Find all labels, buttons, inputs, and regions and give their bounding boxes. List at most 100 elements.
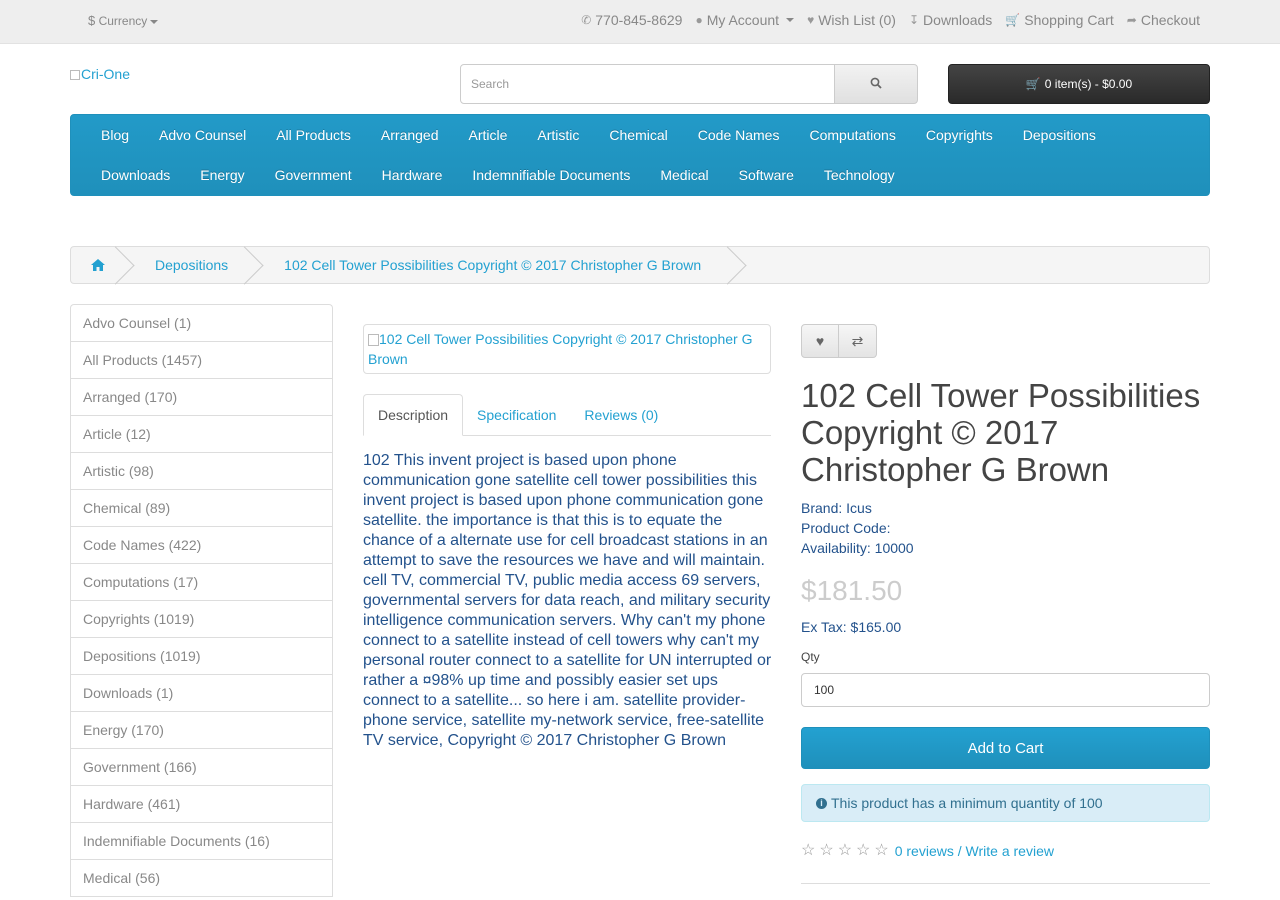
menu-item[interactable]: Article bbox=[454, 127, 523, 143]
product-code: Product Code: bbox=[801, 520, 891, 536]
qty-label: Qty bbox=[801, 650, 820, 664]
cart-summary-label: 0 item(s) - $0.00 bbox=[1044, 77, 1133, 91]
category-item[interactable]: Energy (170) bbox=[71, 712, 332, 749]
write-review-link[interactable]: Write a review bbox=[966, 843, 1054, 859]
category-item[interactable]: All Products (1457) bbox=[71, 342, 332, 379]
menu-item[interactable]: Arranged bbox=[366, 127, 454, 143]
top-bar: $ Currency ✆ 770-845-8629 ● My Account ♥… bbox=[0, 0, 1280, 44]
category-item[interactable]: Downloads (1) bbox=[71, 675, 332, 712]
menu-item[interactable]: All Products bbox=[261, 127, 366, 143]
search-button[interactable] bbox=[834, 64, 918, 104]
divider bbox=[801, 883, 1210, 884]
category-item[interactable]: Depositions (1019) bbox=[71, 638, 332, 675]
product-availability: Availability: 10000 bbox=[801, 540, 914, 556]
shopping-cart-label: Shopping Cart bbox=[1024, 12, 1114, 28]
menu-item[interactable]: Code Names bbox=[683, 127, 795, 143]
wish-list-link[interactable]: ♥ Wish List (0) bbox=[807, 12, 896, 28]
star-outline-icon: ☆ bbox=[801, 842, 816, 859]
dollar-icon: $ bbox=[88, 13, 96, 28]
add-to-cart-button[interactable]: Add to Cart bbox=[801, 727, 1210, 769]
menu-item[interactable]: Medical bbox=[645, 167, 723, 183]
category-item[interactable]: Computations (17) bbox=[71, 564, 332, 601]
downloads-label: Downloads bbox=[923, 12, 993, 28]
broken-image-icon bbox=[368, 334, 379, 346]
cart-summary-button[interactable]: 🛒 0 item(s) - $0.00 bbox=[948, 64, 1210, 104]
site-logo[interactable]: Cri-One bbox=[70, 66, 130, 82]
shopping-cart-icon: 🛒 bbox=[1005, 13, 1021, 27]
wish-list-label: Wish List (0) bbox=[818, 12, 896, 28]
menu-item[interactable]: Technology bbox=[809, 167, 910, 183]
category-item[interactable]: Advo Counsel (1) bbox=[71, 305, 332, 342]
product-brand[interactable]: Brand: Icus bbox=[801, 498, 914, 518]
logo-alt-text: Cri-One bbox=[81, 66, 131, 82]
category-item[interactable]: Medical (56) bbox=[71, 860, 332, 897]
home-icon bbox=[91, 259, 105, 271]
menu-item[interactable]: Downloads bbox=[71, 167, 185, 183]
reviews-count-link[interactable]: 0 reviews bbox=[895, 843, 954, 859]
menu-item[interactable]: Software bbox=[724, 167, 809, 183]
currency-dropdown[interactable]: $ Currency bbox=[88, 13, 159, 28]
product-image-alt: 102 Cell Tower Possibilities Copyright ©… bbox=[368, 331, 753, 367]
category-item[interactable]: Arranged (170) bbox=[71, 379, 332, 416]
category-list: Advo Counsel (1) All Products (1457) Arr… bbox=[70, 304, 333, 897]
heart-icon: ♥ bbox=[807, 13, 815, 27]
checkout-link[interactable]: ➦ Checkout bbox=[1127, 12, 1200, 28]
checkout-label: Checkout bbox=[1140, 12, 1200, 28]
product-description: 102 This invent project is based upon ph… bbox=[363, 452, 772, 749]
menu-item[interactable]: Copyrights bbox=[911, 127, 1008, 143]
breadcrumb-product[interactable]: 102 Cell Tower Possibilities Copyright ©… bbox=[254, 247, 727, 283]
product-action-buttons: ♥ ⇄ bbox=[801, 324, 877, 358]
breadcrumb-category[interactable]: Depositions bbox=[125, 247, 254, 283]
menu-item[interactable]: Advo Counsel bbox=[144, 127, 261, 143]
product-rating: ☆ ☆ ☆ ☆ ☆ 0 reviews / Write a review bbox=[801, 842, 1054, 860]
product-image[interactable]: 102 Cell Tower Possibilities Copyright ©… bbox=[363, 324, 771, 374]
star-outline-icon: ☆ bbox=[837, 842, 853, 859]
menu-item[interactable]: Government bbox=[260, 167, 367, 183]
star-outline-icon: ☆ bbox=[856, 842, 871, 859]
caret-down-icon bbox=[150, 19, 159, 24]
minimum-quantity-alert: i This product has a minimum quantity of… bbox=[801, 784, 1210, 822]
search-input[interactable] bbox=[460, 64, 835, 104]
menu-row: Blog Advo Counsel All Products Arranged … bbox=[71, 127, 1111, 143]
star-outline-icon: ☆ bbox=[819, 842, 834, 859]
category-item[interactable]: Article (12) bbox=[71, 416, 332, 453]
category-item[interactable]: Artistic (98) bbox=[71, 453, 332, 490]
caret-down-icon bbox=[786, 18, 795, 22]
breadcrumb: Depositions 102 Cell Tower Possibilities… bbox=[70, 246, 1210, 284]
category-item[interactable]: Code Names (422) bbox=[71, 527, 332, 564]
downloads-link[interactable]: ↧ Downloads bbox=[909, 12, 992, 28]
search-bar bbox=[460, 64, 918, 104]
menu-item[interactable]: Energy bbox=[185, 167, 259, 183]
phone-link[interactable]: ✆ 770-845-8629 bbox=[581, 12, 682, 28]
compare-button[interactable]: ⇄ bbox=[839, 324, 877, 358]
phone-icon: ✆ bbox=[581, 13, 592, 27]
category-item[interactable]: Indemnifiable Documents (16) bbox=[71, 823, 332, 860]
menu-item[interactable]: Computations bbox=[794, 127, 910, 143]
tab-description[interactable]: Description bbox=[363, 394, 464, 436]
info-circle-icon: i bbox=[816, 797, 827, 809]
menu-item[interactable]: Depositions bbox=[1008, 127, 1111, 143]
my-account-label: My Account bbox=[706, 12, 780, 28]
menu-item[interactable]: Blog bbox=[71, 127, 144, 143]
tab-specification[interactable]: Specification bbox=[463, 394, 570, 436]
qty-input[interactable] bbox=[801, 673, 1210, 707]
my-account-dropdown[interactable]: ● My Account bbox=[695, 12, 795, 28]
category-item[interactable]: Hardware (461) bbox=[71, 786, 332, 823]
minimum-quantity-text: This product has a minimum quantity of 1… bbox=[831, 795, 1103, 811]
menu-item[interactable]: Chemical bbox=[594, 127, 682, 143]
product-meta: Brand: Icus Product Code: Availability: … bbox=[801, 498, 914, 558]
menu-item[interactable]: Indemnifiable Documents bbox=[457, 167, 645, 183]
tab-reviews[interactable]: Reviews (0) bbox=[570, 394, 672, 436]
menu-item[interactable]: Artistic bbox=[522, 127, 594, 143]
menu-row: Downloads Energy Government Hardware Ind… bbox=[71, 167, 910, 183]
top-links: ✆ 770-845-8629 ● My Account ♥ Wish List … bbox=[581, 12, 1200, 28]
user-icon: ● bbox=[695, 13, 703, 27]
shopping-cart-link[interactable]: 🛒 Shopping Cart bbox=[1005, 12, 1113, 28]
menu-item[interactable]: Hardware bbox=[367, 167, 458, 183]
category-item[interactable]: Government (166) bbox=[71, 749, 332, 786]
breadcrumb-home[interactable] bbox=[71, 247, 125, 283]
add-to-wishlist-button[interactable]: ♥ bbox=[801, 324, 839, 358]
product-title: 102 Cell Tower Possibilities Copyright ©… bbox=[801, 377, 1201, 488]
category-item[interactable]: Copyrights (1019) bbox=[71, 601, 332, 638]
category-item[interactable]: Chemical (89) bbox=[71, 490, 332, 527]
